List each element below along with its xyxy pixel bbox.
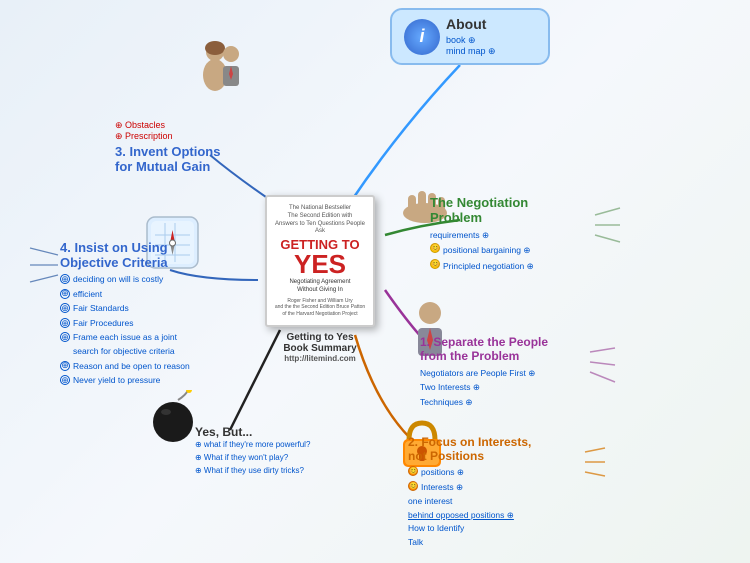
item-one-interest: one interest — [408, 495, 583, 509]
item-positional: 😊 positional bargaining ⊕ — [430, 243, 600, 257]
principled-text[interactable]: Principled negotiation ⊕ — [443, 259, 534, 273]
neg-problem-items: requirements ⊕ 😊 positional bargaining ⊕… — [430, 228, 600, 273]
node4-items: ⊕deciding on will is costly ⊕efficient ⊕… — [60, 273, 260, 388]
node4-objective-criteria: 4. Insist on UsingObjective Criteria ⊕de… — [60, 240, 260, 389]
book-url: http://litemind.com — [255, 354, 385, 363]
prescription-label[interactable]: ⊕ Prescription — [115, 131, 173, 141]
yes-but-title: Yes, But... — [195, 425, 315, 439]
plus-icon[interactable]: ⊕ — [60, 274, 70, 284]
focus-title: 2. Focus on Interests,not Positions — [408, 435, 583, 463]
item-positions: 😊 positions ⊕ — [408, 466, 583, 480]
item-reason: Reason and be open to reason — [73, 360, 190, 374]
getting-to-yes-label: Getting to Yes — [255, 332, 385, 343]
author-text: Roger Fisher and William Uryand the the … — [273, 298, 367, 318]
item-wont-play: ⊕ What if they won't play? — [195, 452, 315, 465]
focus-interests-node: 2. Focus on Interests,not Positions 😊 po… — [408, 435, 583, 550]
req-text[interactable]: requirements ⊕ — [430, 228, 489, 242]
node3-title: 3. Invent Options for Mutual Gain — [115, 144, 305, 174]
item-negotiators[interactable]: Negotiators are People First ⊕ — [420, 366, 580, 380]
bomb-icon-node — [148, 390, 198, 450]
about-mindmap-link[interactable]: mind map ⊕ — [446, 46, 496, 57]
item-powerful: ⊕ what if they're more powerful? — [195, 439, 315, 452]
bomb-icon — [148, 390, 198, 445]
smiley-orange2: 😊 — [408, 481, 418, 491]
neg-problem-title: The NegotiationProblem — [430, 195, 600, 225]
focus-items: 😊 positions ⊕ 😊 Interests ⊕ one interest… — [408, 466, 583, 550]
couple-icon — [195, 40, 250, 100]
about-box: i About book ⊕ mind map ⊕ — [390, 8, 550, 65]
item-interests: 😊 Interests ⊕ — [408, 481, 583, 495]
center-book: The National BestsellerThe Second Editio… — [255, 195, 385, 363]
book-summary-text: Book Summary — [255, 343, 385, 354]
item-behind[interactable]: behind opposed positions ⊕ — [408, 509, 583, 523]
plus-icon[interactable]: ⊕ — [60, 361, 70, 371]
yes-but-items: ⊕ what if they're more powerful? ⊕ What … — [195, 439, 315, 477]
info-icon: i — [404, 19, 440, 55]
plus-icon[interactable]: ⊕ — [60, 318, 70, 328]
item-requirements: requirements ⊕ — [430, 228, 600, 242]
node3-invent-options: ⊕ Obstacles ⊕ Prescription 3. Invent Opt… — [115, 120, 305, 174]
about-links[interactable]: book ⊕ mind map ⊕ — [446, 35, 496, 57]
item-deciding: deciding on will is costly — [73, 273, 163, 287]
book-summary-label: Getting to Yes Book Summary http://litem… — [255, 332, 385, 363]
sep-people-items: Negotiators are People First ⊕ Two Inter… — [420, 366, 580, 409]
item-fair-procedures: Fair Procedures — [73, 317, 133, 331]
yes-text: YES — [273, 251, 367, 277]
node3-labels: ⊕ Obstacles ⊕ Prescription — [115, 120, 305, 142]
about-book-link[interactable]: book ⊕ — [446, 35, 496, 46]
item-two-interests[interactable]: Two Interests ⊕ — [420, 380, 580, 394]
interests-text[interactable]: Interests ⊕ — [421, 481, 463, 495]
sep-people-node: 1. Separate the Peoplefrom the Problem N… — [420, 335, 580, 409]
smiley-orange: 😊 — [408, 466, 418, 476]
negotiating-text: Negotiating AgreementWithout Giving In — [273, 279, 367, 295]
positional-text[interactable]: positional bargaining ⊕ — [443, 243, 530, 257]
negotiation-problem-node: The NegotiationProblem requirements ⊕ 😊 … — [430, 195, 600, 274]
item-techniques[interactable]: Techniques ⊕ — [420, 395, 580, 409]
item-dirty-tricks: ⊕ What if they use dirty tricks? — [195, 465, 315, 478]
sep-people-title: 1. Separate the Peoplefrom the Problem — [420, 335, 580, 363]
person-icon-top — [195, 40, 250, 105]
item-principled: 😊 Principled negotiation ⊕ — [430, 259, 600, 273]
item-never-yield: Never yield to pressure — [73, 374, 160, 388]
book-subtitle-top: The National BestsellerThe Second Editio… — [273, 205, 367, 236]
positions-text[interactable]: positions ⊕ — [421, 466, 464, 480]
smiley-icon2: 😊 — [430, 259, 440, 269]
plus-icon[interactable]: ⊕ — [60, 332, 70, 342]
obstacles-label[interactable]: ⊕ Obstacles — [115, 120, 165, 130]
item-how-to-identify: How to Identify — [408, 522, 583, 536]
yes-but-node: Yes, But... ⊕ what if they're more power… — [195, 425, 315, 477]
about-node: i About book ⊕ mind map ⊕ — [390, 8, 550, 65]
plus-icon[interactable]: ⊕ — [60, 289, 70, 299]
book-cover: The National BestsellerThe Second Editio… — [265, 195, 375, 327]
plus-icon[interactable]: ⊕ — [60, 375, 70, 385]
item-frame: Frame each issue as a jointsearch for ob… — [73, 331, 177, 358]
smiley-icon: 😊 — [430, 243, 440, 253]
plus-icon[interactable]: ⊕ — [60, 303, 70, 313]
node4-title: 4. Insist on UsingObjective Criteria — [60, 240, 260, 270]
about-label: About — [446, 16, 496, 32]
item-efficient: efficient — [73, 288, 102, 302]
item-talk: Talk — [408, 536, 583, 550]
item-fair-standards: Fair Standards — [73, 302, 129, 316]
mind-map: i About book ⊕ mind map ⊕ — [0, 0, 750, 563]
